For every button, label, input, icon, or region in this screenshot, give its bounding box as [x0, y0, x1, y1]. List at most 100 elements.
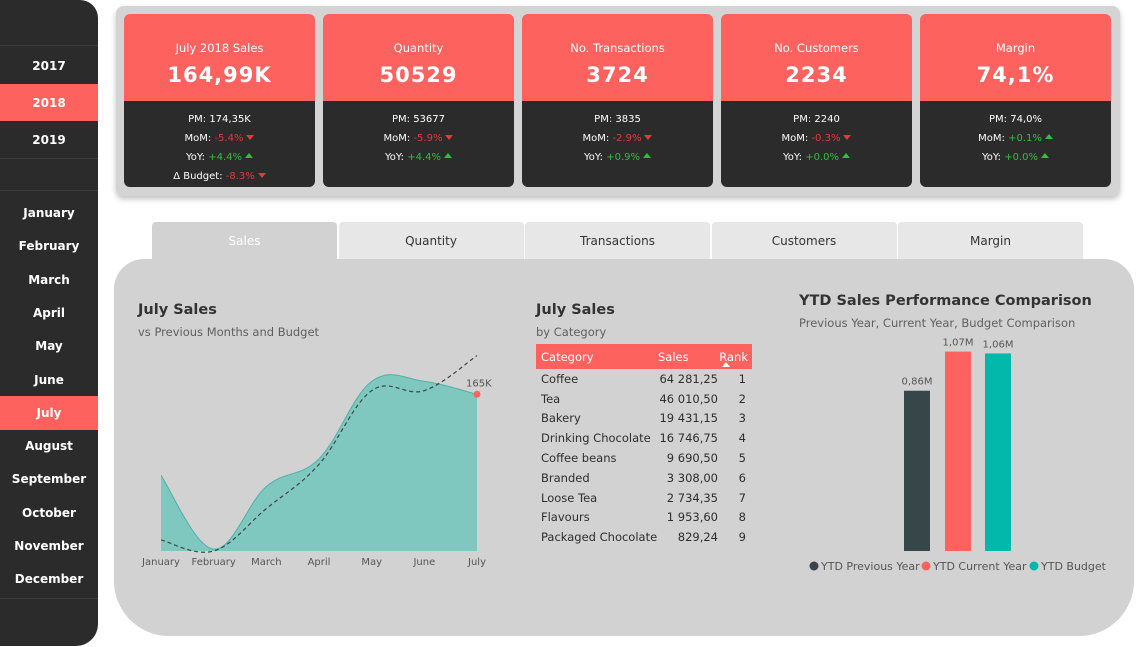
kpi-title: No. Transactions — [570, 41, 665, 55]
cell-rank: 9 — [738, 530, 746, 545]
month-may[interactable]: May — [0, 329, 98, 363]
month-april[interactable]: April — [0, 296, 98, 330]
kpi-card: Margin 74,1% PM: 74,0% MoM: +0.1% YoY: +0.0% — [920, 14, 1111, 187]
x-tick-label: February — [192, 557, 236, 568]
month-october[interactable]: October — [0, 496, 98, 530]
trend-up-icon — [444, 153, 453, 158]
tab-sales[interactable]: Sales — [152, 222, 337, 259]
kpi-change-value: -8.3% — [225, 171, 255, 182]
month-september[interactable]: September — [0, 462, 98, 496]
table-row[interactable]: Branded 3 308,00 6 — [536, 468, 752, 488]
cell-category: Drinking Chocolate — [541, 431, 651, 446]
kpi-change-label: MoM: — [781, 133, 809, 144]
kpi-change-value: -0.3% — [811, 133, 841, 144]
ytd-bar-chart: 0,86M 1,07M 1,06M YTD Previous Year YTD Curr… — [809, 338, 1107, 573]
kpi-value: 3724 — [586, 63, 649, 87]
year-2019[interactable]: 2019 — [0, 121, 98, 158]
kpi-header: No. Transactions 3724 — [522, 14, 713, 101]
kpi-change-line: MoM: +0.1% — [920, 129, 1111, 148]
trend-down-icon — [843, 135, 852, 140]
cell-sales: 9 690,50 — [666, 451, 718, 466]
cell-category: Bakery — [541, 411, 581, 426]
kpi-change-line: MoM: -5.4% — [124, 129, 315, 148]
cell-rank: 1 — [738, 371, 746, 386]
kpi-change-value: -5.4% — [214, 133, 244, 144]
bar-ytd-current-year[interactable] — [945, 351, 971, 551]
cell-sales: 64 281,25 — [659, 371, 718, 386]
month-july[interactable]: July — [0, 395, 98, 430]
kpi-card: July 2018 Sales 164,99K PM: 174,35K MoM: -5… — [124, 14, 315, 187]
month-january[interactable]: January — [0, 196, 98, 230]
sidebar-divider — [0, 598, 98, 599]
month-february[interactable]: February — [0, 229, 98, 263]
kpi-change-line: Δ Budget: -8.3% — [124, 167, 315, 186]
ytd-chart-subtitle: Previous Year, Current Year, Budget Comp… — [799, 316, 1076, 330]
table-body: Coffee 64 281,25 1 Tea 46 010,50 2 Bakery 19 43… — [536, 369, 752, 547]
kpi-change-value: -5.9% — [413, 133, 443, 144]
sales-chart-title: July Sales — [138, 302, 217, 318]
kpi-header: July 2018 Sales 164,99K — [124, 14, 315, 101]
sidebar-divider — [0, 45, 98, 46]
cell-sales: 829,24 — [677, 530, 718, 545]
x-tick-label: January — [141, 557, 180, 568]
current-month-point[interactable] — [473, 390, 481, 398]
cell-category: Branded — [541, 470, 590, 485]
month-december[interactable]: December — [0, 562, 98, 596]
kpi-previous-month: PM: 53677 — [391, 114, 446, 125]
header-category[interactable]: Category — [536, 350, 654, 364]
kpi-change-line: MoM: -0.3% — [721, 129, 912, 148]
bar-ytd-budget[interactable] — [985, 353, 1011, 551]
table-row[interactable]: Bakery 19 431,15 3 — [536, 409, 752, 429]
dashboard: 2017 2018 2019 January February March April May… — [0, 0, 1146, 647]
table-row[interactable]: Loose Tea 2 734,35 7 — [536, 488, 752, 508]
kpi-details: PM: 53677 MoM: -5.9% YoY: +4.4% — [323, 101, 514, 187]
tab-customers[interactable]: Customers — [711, 222, 897, 259]
sidebar-divider — [0, 158, 98, 159]
kpi-change-value: +4.4% — [407, 152, 442, 163]
month-august[interactable]: August — [0, 429, 98, 463]
table-row[interactable]: Coffee 64 281,25 1 — [536, 369, 752, 389]
kpi-change-line: YoY: +0.0% — [920, 148, 1111, 167]
kpi-value: 164,99K — [167, 63, 272, 87]
table-row[interactable]: Tea 46 010,50 2 — [536, 389, 752, 409]
year-2018[interactable]: 2018 — [0, 84, 98, 121]
month-march[interactable]: March — [0, 263, 98, 297]
tab-quantity[interactable]: Quantity — [338, 222, 524, 259]
kpi-header: Quantity 50529 — [323, 14, 514, 101]
kpi-card: Quantity 50529 PM: 53677 MoM: -5.9% YoY: +4.… — [323, 14, 514, 187]
cell-sales: 46 010,50 — [659, 391, 718, 406]
kpi-card: No. Transactions 3724 PM: 3835 MoM: -2.9% Yo… — [522, 14, 713, 187]
cell-sales: 16 746,75 — [659, 431, 718, 446]
trend-up-icon — [643, 153, 652, 158]
legend-marker-icon — [809, 561, 819, 571]
kpi-change-value: +0.0% — [1004, 152, 1039, 163]
legend-label[interactable]: YTD Budget — [1040, 560, 1107, 573]
table-row[interactable]: Drinking Chocolate 16 746,75 4 — [536, 428, 752, 448]
legend-label[interactable]: YTD Previous Year — [820, 560, 920, 573]
actual-sales-area[interactable] — [161, 374, 477, 551]
kpi-header: No. Customers 2234 — [721, 14, 912, 101]
kpi-previous-month: PM: 174,35K — [188, 114, 251, 125]
bar-ytd-previous-year[interactable] — [904, 390, 930, 551]
header-sales[interactable]: Sales — [654, 350, 718, 364]
tab-transactions[interactable]: Transactions — [525, 222, 710, 259]
trend-down-icon — [445, 135, 454, 140]
table-row[interactable]: Packaged Chocolate 829,24 9 — [536, 527, 752, 547]
legend-marker-icon — [921, 561, 931, 571]
tab-margin[interactable]: Margin — [898, 222, 1083, 259]
kpi-change-label: YoY: — [981, 152, 1002, 163]
year-2017[interactable]: 2017 — [0, 47, 98, 84]
ytd-chart-title: YTD Sales Performance Comparison — [799, 293, 1092, 309]
table-header: Category Sales Rank — [536, 344, 752, 369]
month-june[interactable]: June — [0, 363, 98, 397]
kpi-value: 2234 — [785, 63, 848, 87]
kpi-change-line: MoM: -5.9% — [323, 129, 514, 148]
kpi-change-label: YoY: — [384, 152, 405, 163]
legend-label[interactable]: YTD Current Year — [932, 560, 1027, 573]
kpi-header: Margin 74,1% — [920, 14, 1111, 101]
table-row[interactable]: Flavours 1 953,60 8 — [536, 508, 752, 528]
table-row[interactable]: Coffee beans 9 690,50 5 — [536, 448, 752, 468]
kpi-change-value: +0.1% — [1008, 133, 1042, 144]
kpi-change-line: YoY: +4.4% — [124, 148, 315, 167]
month-november[interactable]: November — [0, 529, 98, 563]
